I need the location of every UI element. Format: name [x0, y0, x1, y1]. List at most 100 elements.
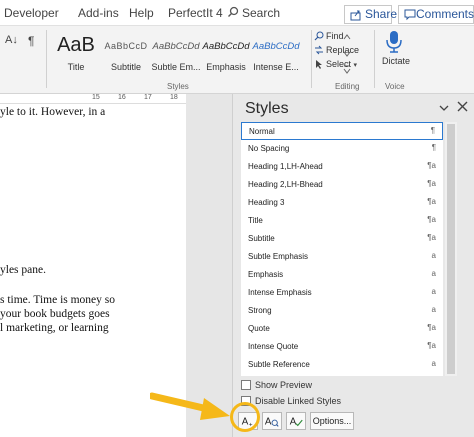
document-line: your book budgets goes [0, 308, 110, 320]
chevron-down-icon[interactable] [439, 104, 449, 112]
style-list-item[interactable]: Quote ¶a [241, 320, 443, 338]
find-label: Find [326, 31, 344, 41]
styles-pane: Styles Normal ¶ No Spacing ¶ Heading 1,LH-Ah… [232, 94, 474, 437]
pane-scrollbar[interactable] [445, 122, 457, 376]
style-item-label: Heading 3 [248, 198, 285, 207]
menu-bar: Developer Add-ins Help PerfectIt 4 Searc… [0, 0, 474, 26]
style-type-icon: ¶a [427, 161, 436, 170]
style-list-item[interactable]: Normal ¶ [241, 122, 443, 140]
document-line: l marketing, or learning [0, 322, 109, 334]
select-label: Select [326, 59, 352, 69]
pilcrow-icon[interactable]: ¶ [28, 34, 34, 48]
share-icon [350, 10, 361, 21]
style-list-item[interactable]: Subtle Reference a [241, 356, 443, 374]
ruler-number: 18 [170, 94, 178, 101]
style-item-label: Emphasis [248, 270, 284, 279]
style-type-icon: a [431, 251, 436, 260]
svg-text:A: A [290, 417, 297, 428]
style-item-label: Normal [249, 127, 275, 136]
menu-developer[interactable]: Developer [4, 6, 59, 20]
voice-group-label: Voice [385, 82, 405, 91]
style-type-icon: ¶a [427, 233, 436, 242]
select-button[interactable]: Select ▾ [316, 59, 357, 69]
ribbon: A↓ ¶ AaB Title AaBbCcD Subtitle AaBbCcDd… [0, 26, 474, 94]
replace-label: Replace [326, 45, 360, 55]
style-item-label: Title [248, 216, 263, 225]
style-tile-subtle-emphasis[interactable]: AaBbCcDd Subtle Em... [151, 32, 201, 76]
style-sample: AaBbCcDd [252, 41, 300, 52]
ribbon-separator [46, 30, 47, 88]
search-label[interactable]: Search [242, 6, 280, 20]
ruler-number: 17 [144, 94, 152, 101]
style-tile-title[interactable]: AaB Title [51, 32, 101, 76]
share-label: Share [365, 7, 398, 21]
style-type-icon: ¶a [427, 323, 436, 332]
style-item-label: Strong [248, 306, 272, 315]
style-label: Subtle Em... [151, 62, 201, 72]
style-item-label: Heading 2,LH-Bhead [248, 180, 323, 189]
style-sample: AaB [57, 34, 95, 56]
style-list-item[interactable]: Subtitle ¶a [241, 230, 443, 248]
style-list-item[interactable]: No Spacing ¶ [241, 140, 443, 158]
style-list-item[interactable]: Title ¶a [241, 212, 443, 230]
style-list-item[interactable]: Heading 2,LH-Bhead ¶a [241, 176, 443, 194]
style-type-icon: a [431, 359, 436, 368]
style-list-item[interactable]: Intense Quote ¶a [241, 338, 443, 356]
style-item-label: Subtitle [248, 234, 275, 243]
word-window: Developer Add-ins Help PerfectIt 4 Searc… [0, 0, 474, 437]
options-button[interactable]: Options... [310, 412, 354, 430]
editing-group-label: Editing [335, 82, 360, 91]
search-icon[interactable] [227, 6, 239, 18]
checkbox-box[interactable] [241, 380, 251, 390]
menu-add-ins[interactable]: Add-ins [78, 6, 119, 20]
style-list-item[interactable]: Strong a [241, 302, 443, 320]
document-line: s time. Time is money so [0, 294, 116, 306]
find-icon [314, 31, 324, 41]
scrollbar-thumb[interactable] [447, 124, 455, 374]
menu-perfectit[interactable]: PerfectIt 4 [168, 6, 223, 20]
ruler-number: 15 [92, 94, 100, 101]
style-sample: AaBbCcD [104, 41, 148, 51]
find-button[interactable]: Find [314, 31, 344, 41]
replace-button[interactable]: Replace [315, 45, 360, 55]
comments-button[interactable]: Comments [398, 5, 474, 24]
ribbon-separator [311, 30, 312, 88]
ribbon-separator [374, 30, 375, 88]
style-tile-subtitle[interactable]: AaBbCcD Subtitle [101, 32, 151, 76]
replace-icon [315, 45, 323, 55]
close-icon[interactable] [457, 101, 468, 112]
style-list-item[interactable]: Intense Emphasis a [241, 284, 443, 302]
style-inspector-icon: A [265, 417, 279, 428]
style-sample: AaBbCcDd [202, 41, 250, 52]
style-tile-intense-emphasis[interactable]: AaBbCcDd Intense E... [251, 32, 301, 76]
style-type-icon: a [431, 269, 436, 278]
style-label: Intense E... [253, 62, 299, 72]
styles-gallery: AaB Title AaBbCcD Subtitle AaBbCcDd Subt… [51, 32, 351, 88]
svg-text:A: A [265, 417, 272, 428]
style-list: Normal ¶ No Spacing ¶ Heading 1,LH-Ahead ¶a He… [241, 122, 443, 376]
sort-icon[interactable]: A↓ [5, 34, 18, 46]
style-type-icon: ¶a [427, 179, 436, 188]
style-item-label: Subtle Emphasis [248, 252, 309, 261]
document-margin [186, 94, 232, 437]
manage-styles-icon: A [290, 417, 303, 428]
share-button[interactable]: Share [344, 5, 397, 24]
style-type-icon: a [431, 287, 436, 296]
style-inspector-button[interactable]: A [262, 412, 282, 430]
ruler-number: 16 [118, 94, 126, 101]
style-list-item[interactable]: Heading 1,LH-Ahead ¶a [241, 158, 443, 176]
style-tile-emphasis[interactable]: AaBbCcDd Emphasis [201, 32, 251, 76]
style-item-label: No Spacing [248, 144, 290, 153]
document-area[interactable]: 15 16 17 18 yle to it. However, in a yle… [0, 94, 232, 437]
microphone-icon[interactable] [384, 30, 404, 54]
style-item-label: Intense Emphasis [248, 288, 312, 297]
style-label: Emphasis [206, 62, 246, 72]
disable-linked-label: Disable Linked Styles [255, 396, 342, 406]
dictate-label[interactable]: Dictate [382, 56, 410, 66]
style-type-icon: ¶a [427, 215, 436, 224]
style-list-item[interactable]: Emphasis a [241, 266, 443, 284]
style-list-item[interactable]: Subtle Emphasis a [241, 248, 443, 266]
menu-help[interactable]: Help [129, 6, 154, 20]
style-list-item[interactable]: Heading 3 ¶a [241, 194, 443, 212]
manage-styles-button[interactable]: A [286, 412, 306, 430]
